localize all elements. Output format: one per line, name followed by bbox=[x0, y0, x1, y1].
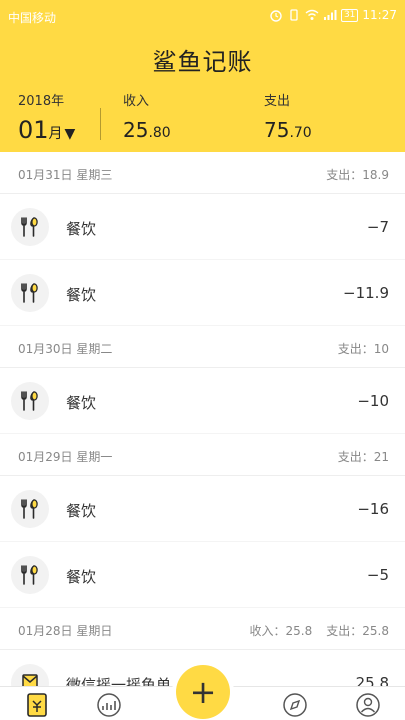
summary-header: 鲨鱼记账 2018年 01月 ▼ 收入 25.80 支出 75.70 bbox=[0, 32, 405, 152]
fork-spoon-icon bbox=[11, 556, 49, 594]
tab-profile[interactable] bbox=[353, 691, 383, 719]
day-expense: 支出：21 bbox=[337, 450, 389, 464]
day-expense: 支出：10 bbox=[337, 342, 389, 356]
day-date: 01月31日 星期三 bbox=[18, 168, 113, 182]
day-date: 01月29日 星期一 bbox=[18, 450, 113, 464]
income-int: 25 bbox=[123, 118, 149, 142]
record-amount: −16 bbox=[357, 500, 389, 518]
alarm-icon bbox=[270, 10, 282, 22]
record-category: 餐饮 bbox=[66, 286, 97, 304]
day-expense: 支出：18.9 bbox=[326, 168, 389, 182]
ledger-icon bbox=[27, 693, 47, 717]
profile-icon bbox=[356, 693, 380, 717]
record-amount: −5 bbox=[366, 566, 389, 584]
income-label: 收入 bbox=[123, 94, 150, 109]
record-category: 餐饮 bbox=[66, 220, 97, 238]
list-item[interactable]: 餐饮 −10 bbox=[0, 368, 405, 434]
carrier-name: 中国移动 bbox=[8, 11, 57, 25]
income-dec: .80 bbox=[148, 125, 171, 141]
signal-icon bbox=[323, 10, 337, 20]
year-label: 2018年 bbox=[18, 94, 65, 109]
expense-dec: .70 bbox=[289, 125, 312, 141]
expense-label: 支出 bbox=[264, 94, 291, 109]
compass-icon bbox=[283, 693, 307, 717]
record-list[interactable]: 01月31日 星期三 支出：18.9 餐饮 −7 餐饮 −11.9 01月30日… bbox=[0, 152, 405, 686]
expense-total: 75.70 bbox=[264, 118, 312, 142]
month-number: 01 bbox=[18, 116, 49, 144]
divider bbox=[100, 108, 101, 140]
wifi-icon bbox=[305, 9, 319, 20]
record-category: 餐饮 bbox=[66, 502, 97, 520]
status-icons: 31 11:27 bbox=[269, 8, 397, 22]
tab-ledger[interactable] bbox=[22, 691, 52, 719]
fork-spoon-icon bbox=[11, 274, 49, 312]
list-item[interactable]: 餐饮 −7 bbox=[0, 194, 405, 260]
expense-int: 75 bbox=[264, 118, 290, 142]
record-amount: −10 bbox=[357, 392, 389, 410]
list-item[interactable]: 餐饮 −11.9 bbox=[0, 260, 405, 326]
vibrate-icon bbox=[290, 9, 298, 21]
day-header: 01月28日 星期日 收入：25.8 支出：25.8 bbox=[0, 608, 405, 650]
chart-icon bbox=[97, 693, 121, 717]
day-header: 01月29日 星期一 支出：21 bbox=[0, 434, 405, 476]
app-title: 鲨鱼记账 bbox=[152, 48, 253, 76]
fork-spoon-icon bbox=[11, 208, 49, 246]
record-category: 餐饮 bbox=[66, 568, 97, 586]
caret-down-icon: ▼ bbox=[64, 126, 76, 142]
envelope-icon bbox=[11, 664, 49, 686]
list-item[interactable]: 餐饮 −16 bbox=[0, 476, 405, 542]
income-total: 25.80 bbox=[123, 118, 171, 142]
record-amount: −11.9 bbox=[343, 284, 389, 302]
status-bar: 中国移动 31 11:27 bbox=[0, 0, 405, 32]
tab-chart[interactable] bbox=[94, 691, 124, 719]
record-amount: −7 bbox=[366, 218, 389, 236]
record-amount: 25.8 bbox=[355, 674, 389, 686]
fork-spoon-icon bbox=[11, 490, 49, 528]
day-expense: 支出：25.8 bbox=[326, 624, 389, 638]
month-picker[interactable]: 01月 ▼ bbox=[18, 116, 75, 144]
day-header: 01月30日 星期二 支出：10 bbox=[0, 326, 405, 368]
battery-icon: 31 bbox=[340, 8, 359, 22]
list-item[interactable]: 餐饮 −5 bbox=[0, 542, 405, 608]
record-category: 微信摇一摇鱼单 bbox=[66, 676, 172, 686]
record-category: 餐饮 bbox=[66, 394, 97, 412]
day-income: 收入：25.8 bbox=[249, 624, 313, 638]
add-record-button[interactable]: + bbox=[176, 665, 230, 719]
tab-discover[interactable] bbox=[280, 691, 310, 719]
day-date: 01月30日 星期二 bbox=[18, 342, 113, 356]
month-unit: 月 bbox=[48, 126, 63, 142]
add-icon: + bbox=[189, 673, 217, 711]
clock: 11:27 bbox=[362, 8, 397, 22]
fork-spoon-icon bbox=[11, 382, 49, 420]
day-date: 01月28日 星期日 bbox=[18, 624, 113, 638]
day-header: 01月31日 星期三 支出：18.9 bbox=[0, 152, 405, 194]
